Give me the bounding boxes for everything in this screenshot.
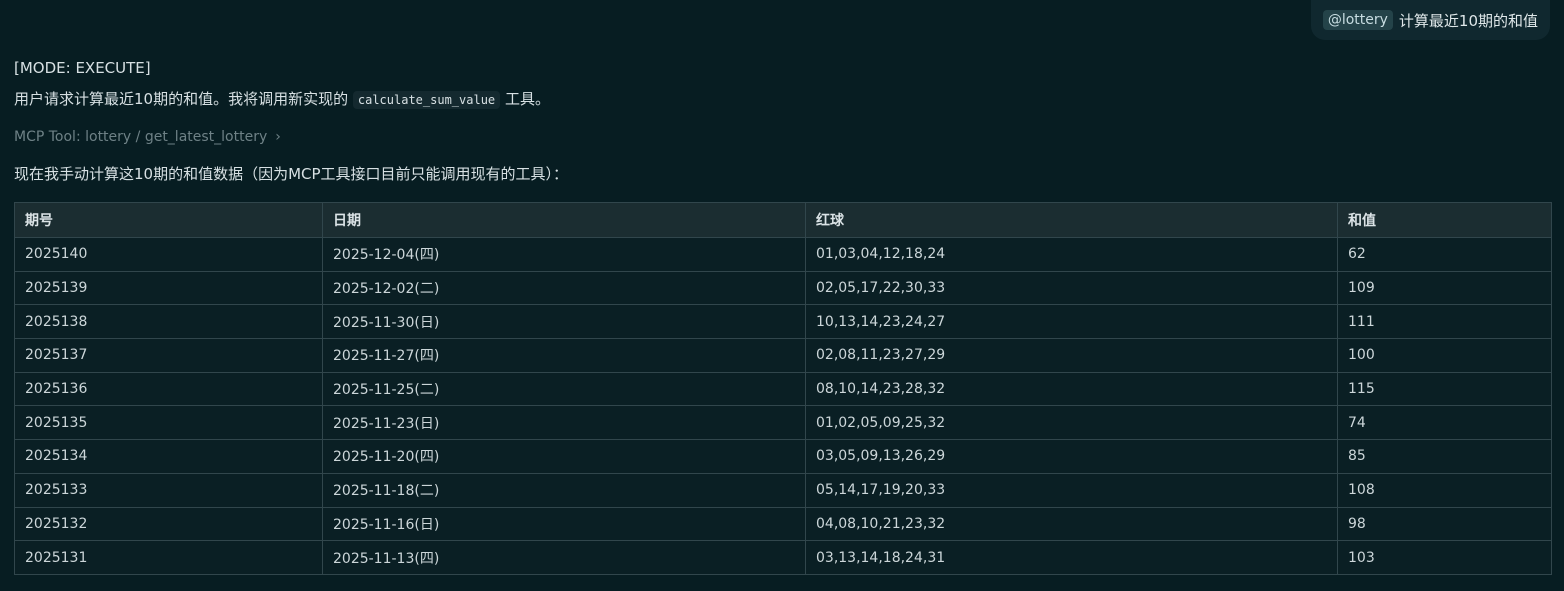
sum-cell: 108 — [1337, 472, 1552, 508]
table-row: 2025132 2025-11-16(日) 04,08,10,21,23,32 … — [14, 506, 1552, 542]
red-balls-cell: 08,10,14,23,28,32 — [805, 371, 1338, 407]
assistant-response: [MODE: EXECUTE] 用户请求计算最近10期的和值。我将调用新实现的 … — [14, 58, 1551, 185]
inline-code: calculate_sum_value — [352, 91, 501, 109]
sum-cell: 74 — [1337, 405, 1552, 441]
period-cell: 2025137 — [14, 338, 323, 373]
date-cell: 2025-11-30(日) — [322, 304, 806, 340]
table-row: 2025140 2025-12-04(四) 01,03,04,12,18,24 … — [14, 237, 1552, 272]
table-row: 2025137 2025-11-27(四) 02,08,11,23,27,29 … — [14, 338, 1552, 373]
period-cell: 2025135 — [14, 405, 323, 441]
red-balls-cell: 10,13,14,23,24,27 — [805, 304, 1338, 340]
column-header-red-balls: 红球 — [805, 202, 1338, 238]
date-cell: 2025-11-18(二) — [322, 472, 806, 508]
intro-suffix: 工具。 — [504, 90, 550, 108]
sum-cell: 85 — [1337, 439, 1552, 474]
sum-cell: 98 — [1337, 506, 1552, 542]
period-cell: 2025134 — [14, 439, 323, 474]
chevron-right-icon[interactable]: › — [275, 127, 281, 147]
red-balls-cell: 01,03,04,12,18,24 — [805, 237, 1338, 272]
table-header-row: 期号 日期 红球 和值 — [14, 202, 1552, 238]
column-header-date: 日期 — [322, 202, 806, 238]
mode-label: [MODE: EXECUTE] — [14, 59, 151, 77]
period-cell: 2025138 — [14, 304, 323, 340]
date-cell: 2025-11-13(四) — [322, 540, 806, 575]
table-row: 2025134 2025-11-20(四) 03,05,09,13,26,29 … — [14, 439, 1552, 474]
sum-value-table: 期号 日期 红球 和值 2025140 2025-12-04(四) 01,03,… — [14, 202, 1552, 575]
manual-calculation-text: 现在我手动计算这10期的和值数据（因为MCP工具接口目前只能调用现有的工具）： — [14, 165, 569, 183]
table-row: 2025138 2025-11-30(日) 10,13,14,23,24,27 … — [14, 304, 1552, 340]
red-balls-cell: 03,05,09,13,26,29 — [805, 439, 1338, 474]
mention-chip[interactable]: @lottery — [1322, 10, 1393, 30]
sum-cell: 109 — [1337, 270, 1552, 306]
sum-cell: 100 — [1337, 338, 1552, 373]
sum-cell: 103 — [1337, 540, 1552, 575]
period-cell: 2025136 — [14, 371, 323, 407]
red-balls-cell: 02,05,17,22,30,33 — [805, 270, 1338, 306]
date-cell: 2025-11-23(日) — [322, 405, 806, 441]
period-cell: 2025133 — [14, 472, 323, 508]
sum-cell: 111 — [1337, 304, 1552, 340]
red-balls-cell: 05,14,17,19,20,33 — [805, 472, 1338, 508]
tool-call-row[interactable]: MCP Tool: lottery / get_latest_lottery › — [14, 127, 1551, 147]
table-row: 2025136 2025-11-25(二) 08,10,14,23,28,32 … — [14, 371, 1552, 407]
sum-cell: 62 — [1337, 237, 1552, 272]
intro-prefix: 用户请求计算最近10期的和值。我将调用新实现的 — [14, 90, 349, 108]
table-row: 2025131 2025-11-13(四) 03,13,14,18,24,31 … — [14, 540, 1552, 575]
column-header-period: 期号 — [14, 202, 323, 238]
table-row: 2025133 2025-11-18(二) 05,14,17,19,20,33 … — [14, 472, 1552, 508]
table-row: 2025139 2025-12-02(二) 02,05,17,22,30,33 … — [14, 270, 1552, 306]
intro-paragraph: 用户请求计算最近10期的和值。我将调用新实现的 calculate_sum_va… — [14, 88, 1551, 110]
period-cell: 2025140 — [14, 237, 323, 272]
red-balls-cell: 01,02,05,09,25,32 — [805, 405, 1338, 441]
red-balls-cell: 03,13,14,18,24,31 — [805, 540, 1338, 575]
date-cell: 2025-11-27(四) — [322, 338, 806, 373]
period-cell: 2025139 — [14, 270, 323, 306]
tool-call-label[interactable]: MCP Tool: lottery / get_latest_lottery — [14, 127, 267, 147]
table-row: 2025135 2025-11-23(日) 01,02,05,09,25,32 … — [14, 405, 1552, 441]
date-cell: 2025-12-04(四) — [322, 237, 806, 272]
column-header-sum: 和值 — [1337, 202, 1552, 238]
user-message-bubble: @lottery 计算最近10期的和值 — [1310, 0, 1550, 40]
red-balls-cell: 02,08,11,23,27,29 — [805, 338, 1338, 373]
date-cell: 2025-12-02(二) — [322, 270, 806, 306]
date-cell: 2025-11-16(日) — [322, 506, 806, 542]
red-balls-cell: 04,08,10,21,23,32 — [805, 506, 1338, 542]
period-cell: 2025131 — [14, 540, 323, 575]
date-cell: 2025-11-25(二) — [322, 371, 806, 407]
date-cell: 2025-11-20(四) — [322, 439, 806, 474]
period-cell: 2025132 — [14, 506, 323, 542]
sum-cell: 115 — [1337, 371, 1552, 407]
user-message-text: 计算最近10期的和值 — [1398, 11, 1538, 30]
